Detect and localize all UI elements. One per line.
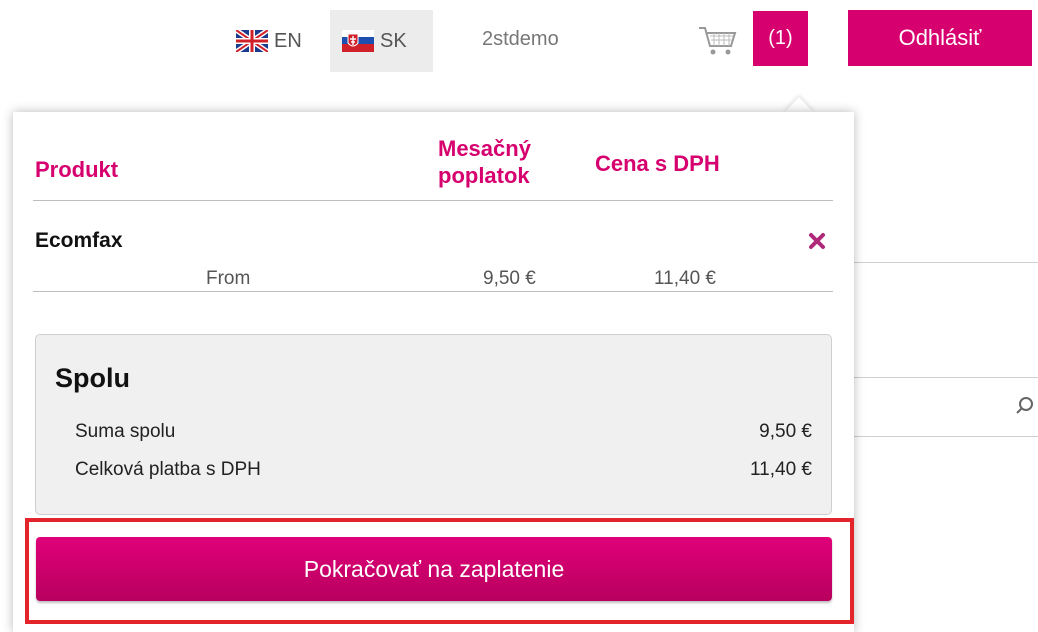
checkout-button[interactable]: Pokračovať na zaplatenie <box>36 537 832 601</box>
cart-summary: Spolu Suma spolu 9,50 € Celková platba s… <box>35 334 832 515</box>
total-value: 9,50 € <box>759 421 812 442</box>
vat-total-value: 11,40 € <box>750 459 812 480</box>
column-header-price-vat: Cena s DPH <box>595 151 720 176</box>
language-en-label: EN <box>274 29 302 52</box>
cart-item-price-vat: 11,40 € <box>654 268 716 289</box>
language-sk-label: SK <box>380 29 407 52</box>
background-divider <box>854 262 1038 263</box>
cart-dropdown: Produkt Mesačný poplatok Cena s DPH Ecom… <box>13 112 854 632</box>
slovakia-flag-icon <box>342 30 374 52</box>
language-sk[interactable]: SK <box>330 10 433 72</box>
language-en[interactable]: EN <box>230 10 331 72</box>
total-label: Suma spolu <box>75 421 176 442</box>
header-divider <box>33 200 833 201</box>
search-icon[interactable] <box>1015 396 1035 416</box>
username[interactable]: 2stdemo <box>482 28 559 51</box>
background-search-field[interactable] <box>830 377 1038 437</box>
item-divider <box>33 291 833 292</box>
cart-count-badge[interactable]: (1) <box>753 11 808 66</box>
shopping-cart-icon[interactable] <box>697 24 739 58</box>
vat-total-label: Celková platba s DPH <box>75 459 261 480</box>
uk-flag-icon <box>236 30 268 52</box>
cart-item-label: From <box>206 268 251 289</box>
cart-item-monthly-fee: 9,50 € <box>483 268 536 289</box>
column-header-product: Produkt <box>35 157 119 182</box>
remove-item-icon[interactable] <box>808 232 826 250</box>
cart-item-name: Ecomfax <box>35 229 123 252</box>
logout-button[interactable]: Odhlásiť <box>848 10 1032 66</box>
summary-title: Spolu <box>55 363 130 393</box>
dropdown-pointer <box>784 97 814 113</box>
column-header-monthly-fee: Mesačný poplatok <box>438 136 531 188</box>
